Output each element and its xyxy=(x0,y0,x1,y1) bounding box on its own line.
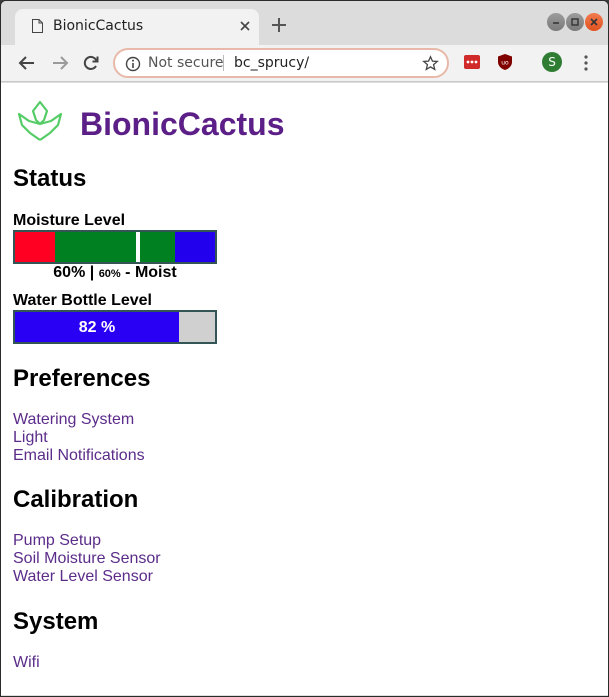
close-tab-icon[interactable] xyxy=(237,18,253,34)
back-arrow-icon[interactable] xyxy=(17,53,37,73)
link-soil-moisture-sensor[interactable]: Soil Moisture Sensor xyxy=(13,550,161,568)
moisture-level-label: Moisture Level xyxy=(13,212,126,229)
reload-icon[interactable] xyxy=(81,53,101,73)
ublock-shield-icon[interactable]: uo xyxy=(496,53,514,71)
system-heading: System xyxy=(13,608,99,635)
link-pump-setup[interactable]: Pump Setup xyxy=(13,532,101,550)
moisture-wet-segment xyxy=(175,232,215,262)
minimize-icon xyxy=(553,22,559,24)
moisture-small-value: 60% xyxy=(98,268,121,280)
preferences-heading: Preferences xyxy=(13,365,151,392)
maximize-window-button[interactable] xyxy=(566,13,584,31)
calibration-heading: Calibration xyxy=(13,486,139,513)
moisture-level-bar xyxy=(13,230,217,264)
tab-bioniccactus[interactable]: BionicCactus xyxy=(15,9,259,45)
status-heading: Status xyxy=(13,165,87,192)
close-icon xyxy=(590,18,598,26)
profile-avatar[interactable]: S xyxy=(542,52,562,72)
water-bottle-percent: 82 % xyxy=(78,319,116,336)
link-email-notifications[interactable]: Email Notifications xyxy=(13,447,145,465)
water-bottle-level-label: Water Bottle Level xyxy=(13,292,152,309)
bookmark-star-icon[interactable] xyxy=(422,55,439,72)
url-text[interactable]: bc_sprucy/ xyxy=(234,55,309,71)
browser-menu-icon[interactable] xyxy=(583,54,589,72)
link-watering-system[interactable]: Watering System xyxy=(13,411,134,429)
minimize-window-button[interactable] xyxy=(547,13,565,31)
link-light[interactable]: Light xyxy=(13,429,48,447)
cactus-logo-icon xyxy=(17,100,63,141)
forward-arrow-icon[interactable] xyxy=(50,53,70,73)
water-bottle-level-bar: 82 % xyxy=(13,310,217,344)
maximize-icon xyxy=(571,18,579,26)
info-icon[interactable] xyxy=(125,56,141,72)
close-window-button[interactable] xyxy=(585,13,603,31)
brand-name: BionicCactus xyxy=(80,106,285,142)
extension-red-icon[interactable] xyxy=(463,53,481,71)
page-icon xyxy=(32,19,43,33)
svg-text:uo: uo xyxy=(501,60,509,67)
new-tab-icon[interactable] xyxy=(269,15,289,35)
link-water-level-sensor[interactable]: Water Level Sensor xyxy=(13,568,153,586)
browser-toolbar: Not secure bc_sprucy/ uo S xyxy=(1,45,608,82)
browser-window: BionicCactus Not secure bc_sprucy/ uo S … xyxy=(0,0,609,697)
security-label: Not secure xyxy=(148,55,224,71)
omnibox-divider xyxy=(223,55,224,71)
moisture-value: 60% xyxy=(53,264,86,281)
tab-strip: BionicCactus xyxy=(1,1,608,45)
tab-title: BionicCactus xyxy=(53,18,144,34)
moisture-state: - Moist xyxy=(120,264,177,281)
moisture-separator: | xyxy=(85,264,99,281)
moisture-dry-segment xyxy=(15,232,55,262)
page-content: BionicCactus Status Moisture Level 60% |… xyxy=(1,83,608,695)
moisture-reading: 60% | 60% - Moist xyxy=(13,264,217,282)
address-bar[interactable]: Not secure bc_sprucy/ xyxy=(113,48,449,78)
link-wifi[interactable]: Wifi xyxy=(13,654,40,672)
moisture-marker xyxy=(136,232,140,262)
moisture-ok-segment xyxy=(55,232,175,262)
